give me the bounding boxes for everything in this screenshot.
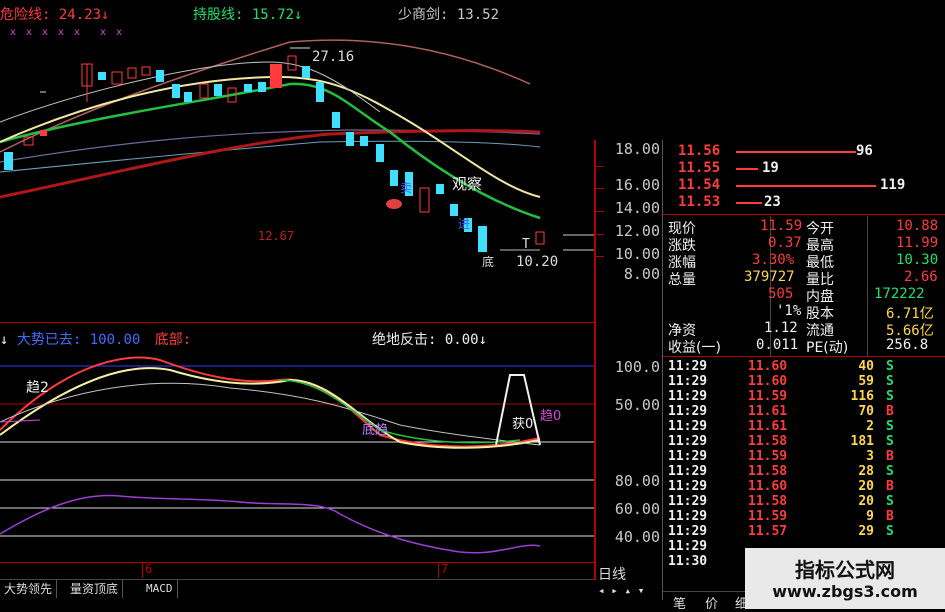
ind-y-axis-100: 100.0 [614,358,660,376]
indicator-chart[interactable]: 趋2 底趋 获0 趋0 [0,350,594,470]
low-label: 10.20 [516,254,558,270]
low-y-axis-40: 40.00 [614,528,660,546]
svg-text:x: x [26,27,32,38]
watermark: 指标公式网 www.zbgs3.com [745,548,945,609]
quote-row: '1% 股本 6.71亿 [776,303,934,322]
y-axis-14: 14.00 [614,199,660,217]
tick-row: 11:29 11.60 59 S [668,374,894,389]
arrow-down-icon[interactable]: ▾ [638,584,645,597]
bottom-marker: 底 [482,254,494,269]
y-axis-8: 8.00 [623,265,660,283]
rebound-arrow: ↓ [478,332,488,348]
y-axis-top: 18.00 [614,140,660,158]
low-y-axis-60: 60.00 [614,500,660,518]
observe-label: 观察 [452,175,482,193]
bottom-trend-label: 底趋 [362,422,388,438]
orderbook-row: 11.55 19 [678,160,779,176]
indicator-arrow: ↓ [0,332,9,348]
watermark-url: www.zbgs3.com [772,582,918,601]
tick-row: 11:29 11.58 20 S [668,494,894,509]
tick-row: 11:29 11.58 28 S [668,464,894,479]
hold-arrow: ↓ [294,7,303,23]
time-label-6: 6 [145,562,153,576]
svg-text:x: x [100,27,106,38]
orderbook-row: 11.54 119 [678,177,906,193]
tick-row: 11:29 11.59 9 B [668,509,894,524]
tick-row: 11:29 11.58 181 S [668,434,894,449]
ind-y-axis-50: 50.00 [614,396,660,414]
danger-arrow: ↓ [101,7,110,23]
time-label-7: 7 [441,562,449,576]
price-tag: 12.67 [258,229,294,243]
tab-trend-lead[interactable]: 大势领先 [0,580,58,598]
buy-label: 获0 [512,417,533,432]
hold-label: 持股线: [193,7,244,23]
quote-row: 505 内盘 172222 [768,286,925,305]
quote-row: 涨幅 3.30% 最低 10.30 [668,252,939,271]
tab-detail-price[interactable]: 价 [705,593,718,612]
sword-label: 少商剑: [398,7,449,23]
sword-value: 13.52 [456,7,500,23]
tick-row: 11:29 11.61 70 B [668,404,894,419]
svg-text:x: x [42,27,48,38]
day-line-label[interactable]: 日线 [598,564,626,584]
low-y-axis-80: 80.00 [614,472,660,490]
header-bar: 危险线: 24.23↓ [0,4,109,24]
danger-label: 危险线: [0,7,51,23]
orderbook-row: 11.53 23 [678,194,781,210]
y-axis-12: 12.00 [614,222,660,240]
svg-text:x: x [58,27,64,38]
tick-row: 11:29 11.61 2 S [668,419,894,434]
arrow-left-icon[interactable]: ◂ [598,584,605,597]
sword-readout: 少商剑: 13.52 [398,4,499,24]
y-axis-10: 10.00 [614,245,660,263]
scroll-arrows[interactable]: ◂ ▸ ▴ ▾ [598,584,644,597]
tick-row: 11:29 11.59 3 B [668,449,894,464]
svg-text:x: x [116,27,122,38]
tab-detail-strokes[interactable]: 笔 [673,593,686,612]
bottom-label: 底部: [154,332,192,348]
indicator-header: ↓ 大势已去: 100.00 底部: [0,329,191,349]
svg-text:x: x [74,27,80,38]
quote-row: 涨跌 0.37 最高 11.99 [668,235,939,254]
tick-row: 11:29 11.57 29 S [668,524,894,539]
arrow-up-icon[interactable]: ▴ [625,584,632,597]
tick-row: 11:29 11.60 40 S [668,359,894,374]
rebound-label: 绝地反击: [372,332,437,348]
buy-marker: 进 [458,217,470,231]
trend2-label: 趋2 [26,380,49,396]
hold-value: 15.72 [251,7,295,23]
tick-row: 11:29 11.60 20 B [668,479,894,494]
trend0-label: 趋0 [540,409,561,424]
watermark-title: 指标公式网 [795,558,895,582]
arrow-right-icon[interactable]: ▸ [611,584,618,597]
svg-text:x: x [10,27,16,38]
main-kline-chart[interactable]: xxx xxx x 27.16 12.67 观察 卖 进 底 T 10.20 [0,22,594,322]
tab-macd[interactable]: MACD [142,580,178,598]
trend-value: 100.00 [89,332,141,348]
danger-value: 24.23 [58,7,102,23]
quote-row: 现价 11.59 今开 10.88 [668,218,939,237]
quote-row: 总量 379727 量比 2.66 [668,269,938,288]
rebound-readout: 绝地反击: 0.00↓ [372,329,487,349]
tab-volume-top-bottom[interactable]: 量资顶底 [66,580,124,598]
high-label: 27.16 [312,49,354,65]
quote-row: 收益(一) 0.011 PE(动) 256.8 [668,337,929,356]
orderbook-row: 11.56 96 [678,143,873,159]
lower-indicator-chart[interactable] [0,470,594,570]
sell-marker: 卖 [400,181,412,195]
y-axis-16: 16.00 [614,176,660,194]
quote-row: 净资 1.12 流通 5.66亿 [668,320,934,339]
trend-label: 大势已去: [16,332,82,348]
hold-line-readout: 持股线: 15.72↓ [193,4,302,24]
rebound-value: 0.00 [444,332,479,348]
tick-row: 11:29 11.59 116 S [668,389,894,404]
